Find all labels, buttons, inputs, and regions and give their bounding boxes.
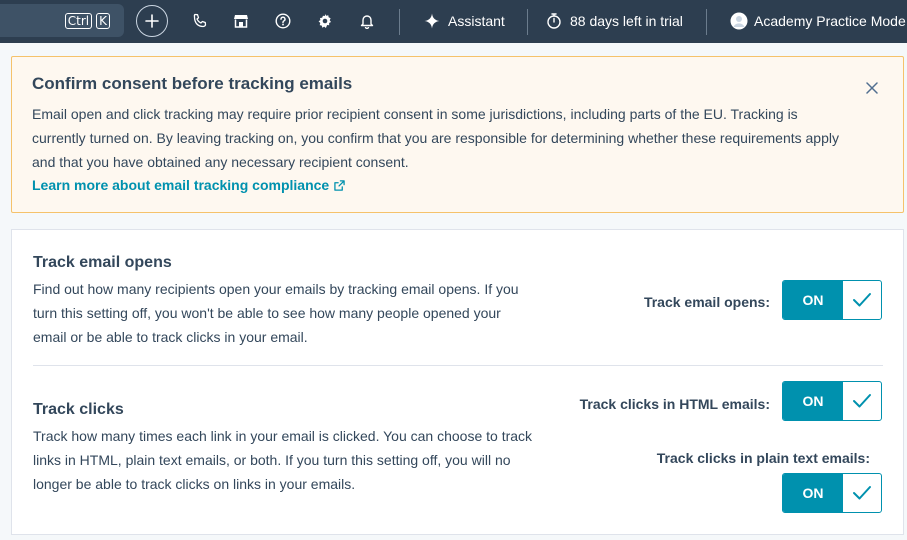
account-menu[interactable]: Academy Practice Mode (754, 13, 906, 29)
track-clicks-title: Track clicks (33, 401, 124, 418)
learn-more-link-text[interactable]: Learn more about email tracking complian… (32, 177, 329, 193)
settings-button[interactable] (315, 11, 335, 31)
toggle-check (843, 382, 881, 420)
create-new-button[interactable] (136, 5, 168, 37)
assistant-sparkle (422, 11, 442, 31)
trial-timer (544, 11, 564, 31)
phone-icon (193, 13, 207, 28)
ctrl-key: Ctrl (64, 12, 93, 29)
track-opens-label: Track email opens: (643, 294, 770, 310)
nav-divider (706, 9, 707, 35)
external-link-icon (334, 179, 345, 191)
toggle-on-label: ON (783, 281, 843, 319)
banner-body: Email open and click tracking may requir… (32, 106, 839, 170)
gear-icon (318, 14, 331, 28)
learn-more-link[interactable]: Learn more about email tracking complian… (32, 177, 345, 193)
notifications-button[interactable] (357, 11, 377, 31)
help-icon (275, 13, 291, 29)
track-opens-title: Track email opens (33, 254, 172, 271)
calling-button[interactable] (190, 11, 210, 31)
track-html-clicks-toggle[interactable]: ON (782, 381, 882, 421)
track-html-clicks-label: Track clicks in HTML emails: (579, 396, 770, 412)
nav-divider (527, 9, 528, 35)
nav-divider (399, 9, 400, 35)
consent-warning-banner: Confirm consent before tracking emails E… (11, 56, 904, 213)
toggle-check (843, 281, 881, 319)
close-banner-button[interactable] (866, 81, 882, 97)
global-search-shortcut[interactable]: Ctrl K (0, 4, 124, 37)
store-icon (234, 15, 248, 28)
track-opens-description: Find out how many recipients open your e… (33, 281, 519, 345)
assistant-button[interactable]: Assistant (448, 13, 505, 29)
toggle-check (843, 474, 881, 512)
banner-title: Confirm consent before tracking emails (32, 74, 353, 93)
marketplace-button[interactable] (231, 11, 251, 31)
checkmark-icon (853, 293, 871, 307)
checkmark-icon (853, 394, 871, 408)
track-plain-clicks-toggle[interactable]: ON (782, 473, 882, 513)
plus-icon (145, 14, 159, 28)
track-opens-toggle[interactable]: ON (782, 280, 882, 320)
top-navigation-bar: Ctrl K Assistant 88 days left in trial A… (0, 0, 907, 43)
trial-days-link[interactable]: 88 days left in trial (570, 13, 683, 29)
checkmark-icon (853, 486, 871, 500)
avatar-icon (730, 12, 748, 30)
stopwatch-icon (547, 13, 561, 29)
sparkle-icon (424, 13, 440, 29)
bell-icon (360, 15, 374, 29)
toggle-on-label: ON (783, 382, 843, 420)
section-divider (33, 365, 883, 366)
account-avatar[interactable] (729, 11, 749, 31)
track-plain-clicks-label: Track clicks in plain text emails: (656, 450, 870, 466)
track-clicks-description: Track how many times each link in your e… (33, 428, 533, 492)
tracking-settings-card: Track email opens Find out how many reci… (11, 229, 904, 535)
k-key: K (96, 12, 110, 29)
help-button[interactable] (273, 11, 293, 31)
toggle-on-label: ON (783, 474, 843, 512)
close-icon (866, 82, 878, 94)
